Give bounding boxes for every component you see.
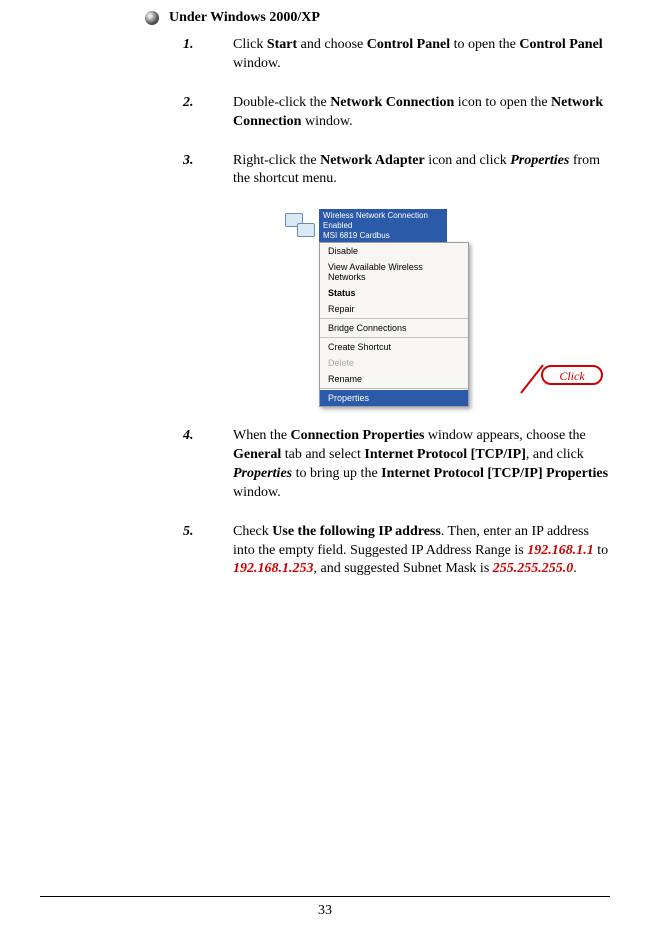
step-number: 1. <box>183 36 233 74</box>
step-number: 2. <box>183 94 233 132</box>
section-heading: Under Windows 2000/XP <box>145 10 610 26</box>
click-callout: Click <box>541 365 603 385</box>
menu-item-rename[interactable]: Rename <box>320 371 468 387</box>
step-number: 4. <box>183 427 233 503</box>
page-footer: 33 <box>0 896 650 919</box>
menu-separator <box>320 318 468 319</box>
menu-item-repair[interactable]: Repair <box>320 301 468 317</box>
context-menu: Disable View Available Wireless Networks… <box>319 242 469 407</box>
step-1: 1. Click Start and choose Control Panel … <box>183 36 610 74</box>
connection-text: Wireless Network Connection Enabled MSI … <box>319 209 447 242</box>
page-number: 33 <box>318 903 332 918</box>
step-body: Check Use the following IP address. Then… <box>233 523 610 580</box>
step-4: 4. When the Connection Properties window… <box>183 427 610 503</box>
menu-separator <box>320 388 468 389</box>
menu-separator <box>320 337 468 338</box>
step-5: 5. Check Use the following IP address. T… <box>183 523 610 580</box>
menu-item-status[interactable]: Status <box>320 285 468 301</box>
menu-item-properties[interactable]: Properties <box>320 390 468 406</box>
connection-label: Wireless Network Connection Enabled MSI … <box>283 209 543 242</box>
context-menu-figure: Wireless Network Connection Enabled MSI … <box>283 209 543 407</box>
steps-list: 1. Click Start and choose Control Panel … <box>183 36 610 579</box>
heading-text: Under Windows 2000/XP <box>169 10 320 26</box>
menu-item-delete: Delete <box>320 355 468 371</box>
step-3: 3. Right-click the Network Adapter icon … <box>183 152 610 190</box>
menu-item-disable[interactable]: Disable <box>320 243 468 259</box>
step-body: Click Start and choose Control Panel to … <box>233 36 610 74</box>
bullet-icon <box>145 11 159 25</box>
step-body: When the Connection Properties window ap… <box>233 427 610 503</box>
step-body: Double-click the Network Connection icon… <box>233 94 610 132</box>
menu-item-view-networks[interactable]: View Available Wireless Networks <box>320 259 468 285</box>
step-number: 5. <box>183 523 233 580</box>
step-body: Right-click the Network Adapter icon and… <box>233 152 610 190</box>
step-number: 3. <box>183 152 233 190</box>
step-2: 2. Double-click the Network Connection i… <box>183 94 610 132</box>
network-adapter-icon <box>283 209 317 239</box>
menu-item-create-shortcut[interactable]: Create Shortcut <box>320 339 468 355</box>
menu-item-bridge[interactable]: Bridge Connections <box>320 320 468 336</box>
